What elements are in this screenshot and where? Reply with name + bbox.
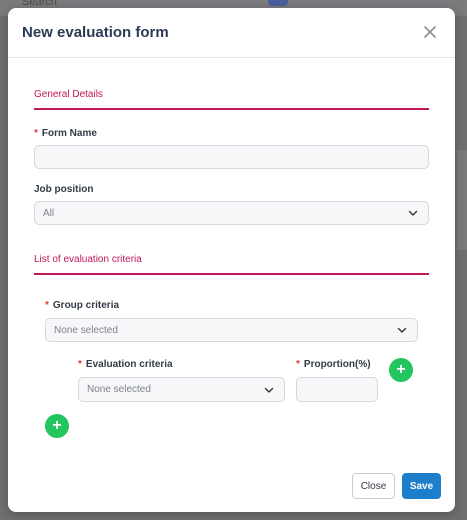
job-position-label: Job position (34, 184, 94, 195)
background-search-label: Search (22, 0, 57, 8)
required-marker: * (296, 359, 300, 370)
required-marker: * (78, 359, 82, 370)
evaluation-criteria-select[interactable]: None selected (78, 377, 285, 402)
job-position-value: All (43, 207, 55, 219)
required-marker: * (34, 128, 38, 139)
proportion-input[interactable] (296, 377, 378, 402)
job-position-select[interactable]: All (34, 201, 429, 225)
add-evaluation-criteria-button[interactable]: + (389, 358, 413, 382)
proportion-label-text: Proportion(%) (303, 359, 371, 370)
required-marker: * (45, 300, 49, 311)
form-name-label: * Form Name (34, 128, 97, 139)
background-panel (457, 150, 467, 250)
save-button[interactable]: Save (402, 473, 441, 499)
proportion-label: * Proportion(%) (296, 359, 371, 370)
group-criteria-value: None selected (54, 324, 118, 336)
close-icon[interactable] (421, 23, 439, 41)
group-criteria-select[interactable]: None selected (45, 318, 418, 342)
modal-title: New evaluation form (22, 24, 169, 41)
background-add-button (268, 0, 288, 6)
evaluation-form-modal: New evaluation form General Details * For… (8, 8, 455, 512)
group-criteria-label: * Group criteria (45, 300, 119, 311)
add-group-criteria-button[interactable]: + (45, 414, 69, 438)
chevron-down-icon (408, 208, 418, 218)
evaluation-criteria-label: * Evaluation criteria (78, 359, 173, 370)
form-name-input[interactable] (34, 145, 429, 169)
modal-header: New evaluation form (8, 8, 455, 58)
evaluation-criteria-label-text: Evaluation criteria (85, 359, 173, 370)
chevron-down-icon (397, 325, 407, 335)
criteria-heading: List of evaluation criteria (34, 254, 142, 265)
criteria-divider (34, 273, 429, 275)
close-button[interactable]: Close (352, 473, 395, 499)
evaluation-criteria-value: None selected (87, 384, 151, 395)
general-details-divider (34, 108, 429, 110)
general-details-heading: General Details (34, 89, 103, 100)
group-criteria-label-text: Group criteria (52, 300, 120, 311)
chevron-down-icon (264, 385, 274, 395)
form-name-label-text: Form Name (41, 128, 97, 139)
